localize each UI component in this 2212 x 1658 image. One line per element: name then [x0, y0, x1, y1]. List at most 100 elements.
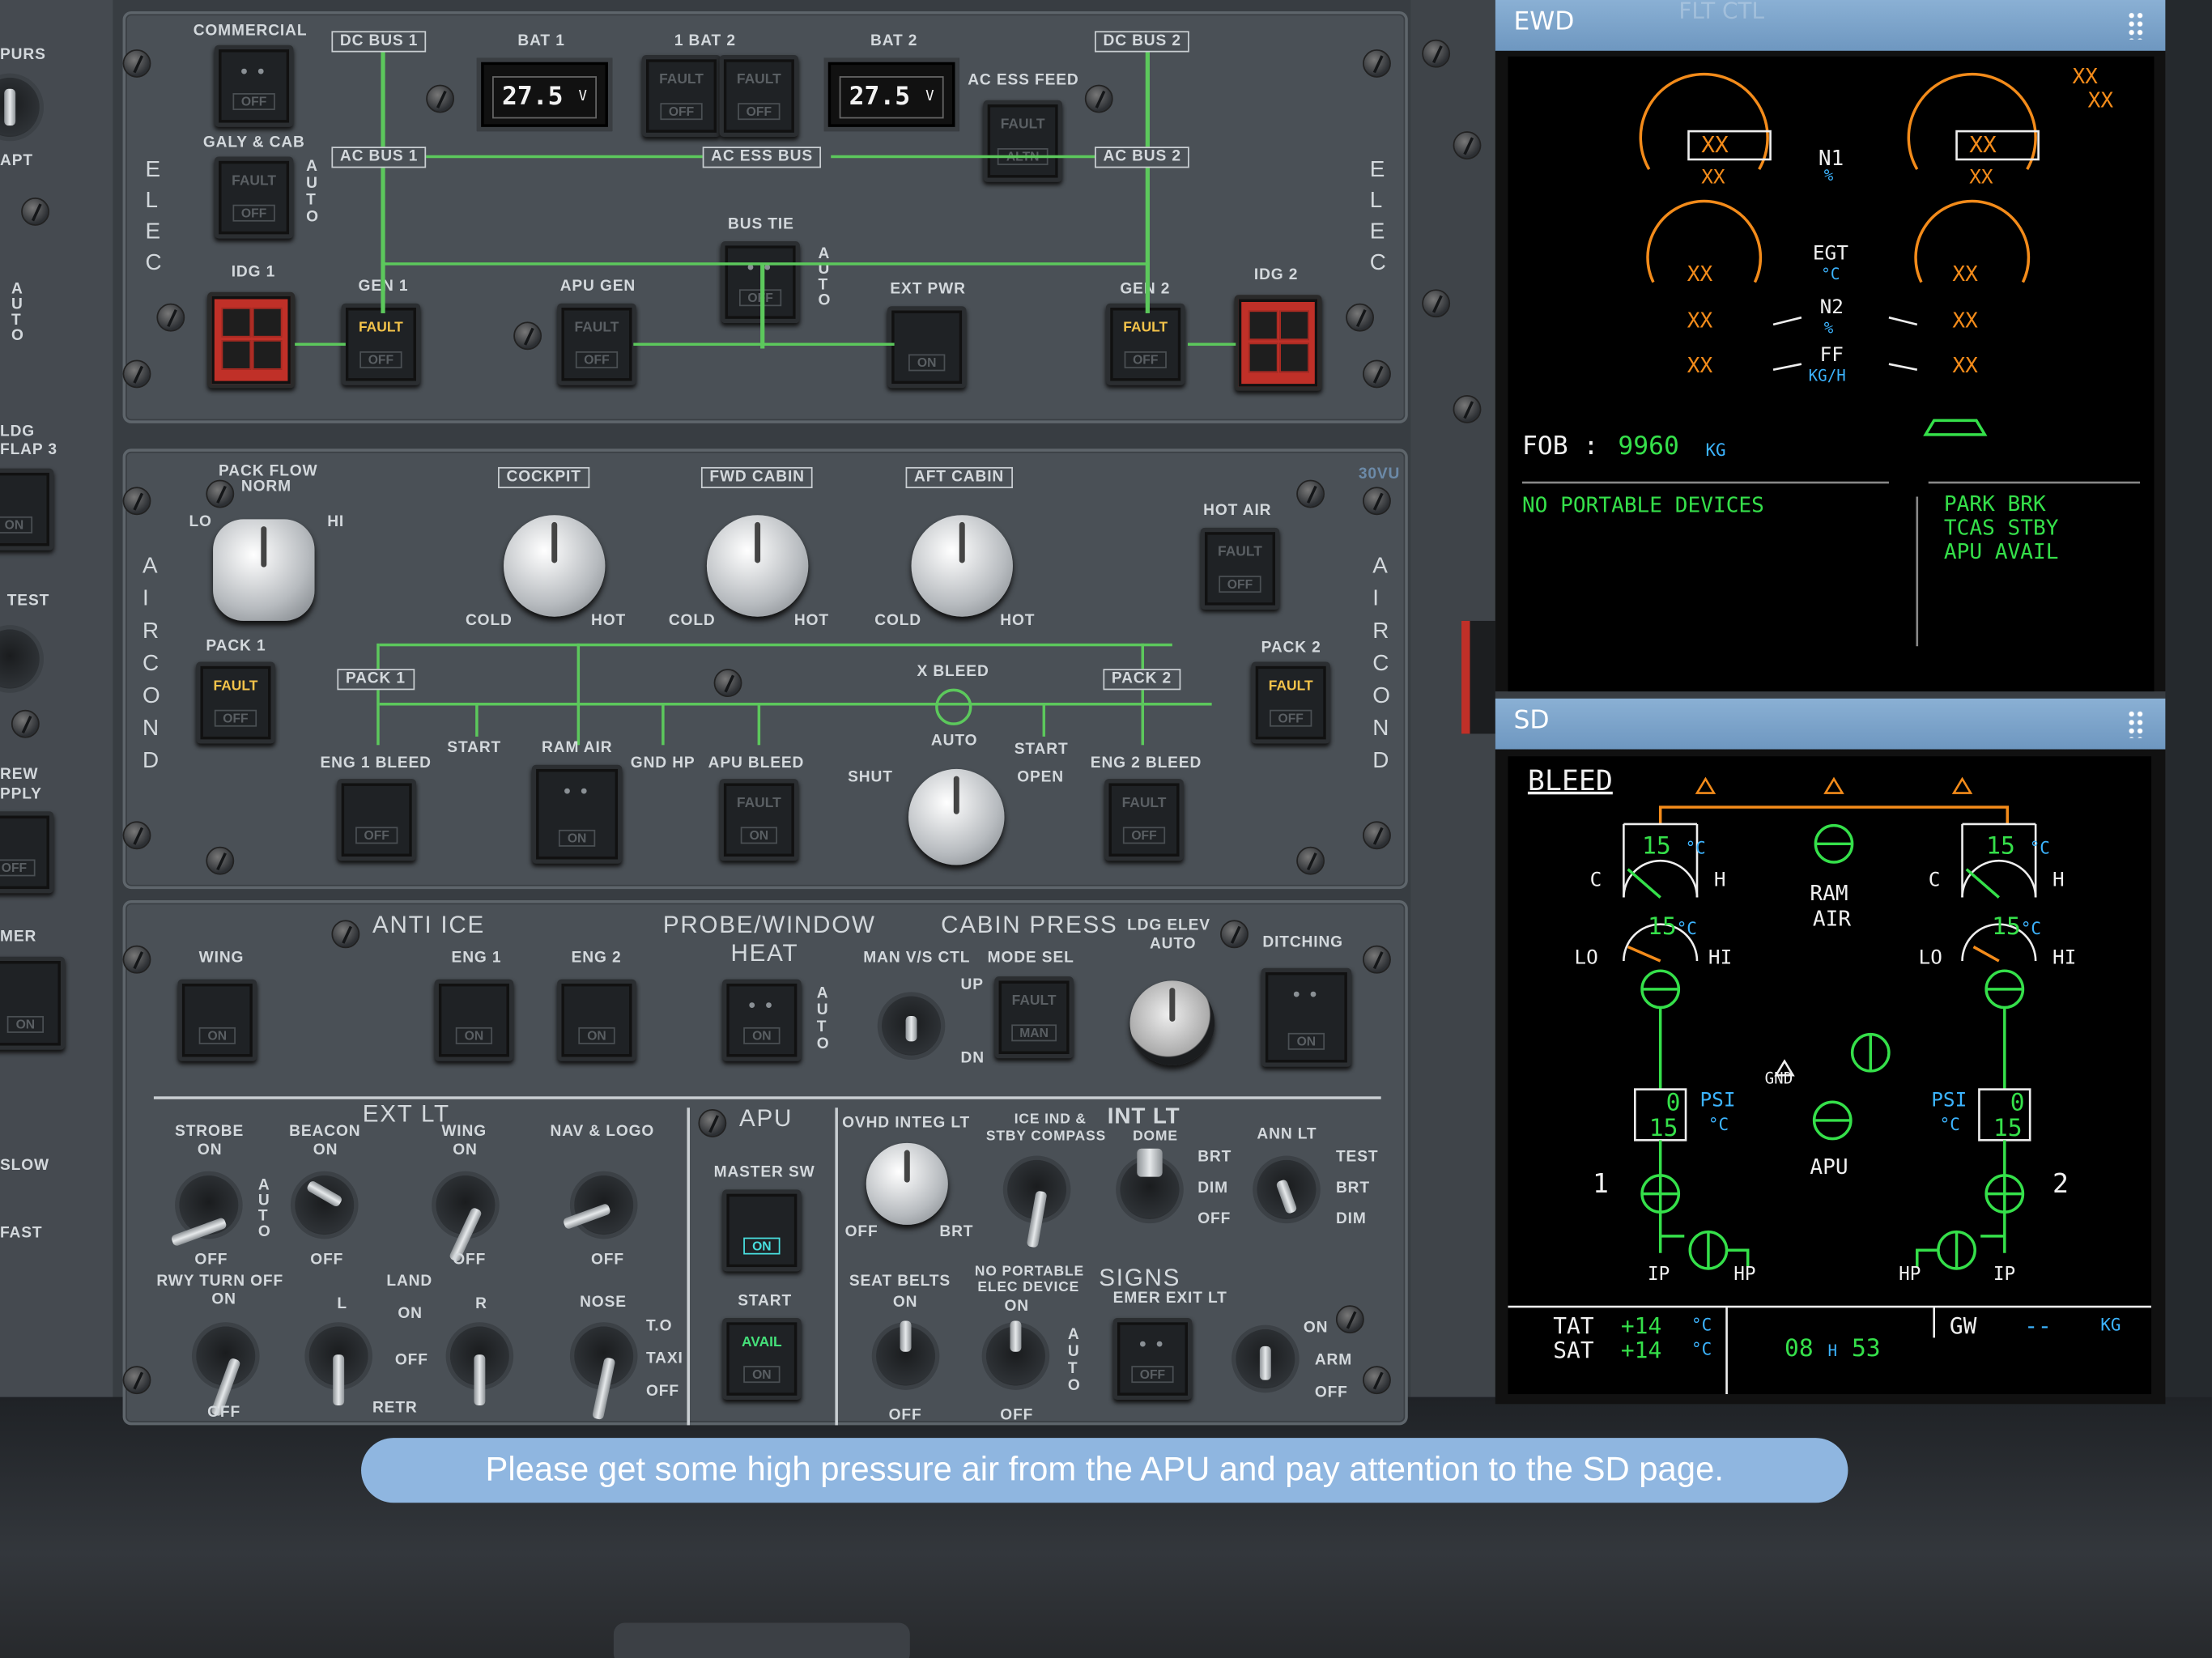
- apu-label: APU: [1810, 1154, 1848, 1180]
- aft-cabin-temp-selector[interactable]: [911, 515, 1013, 617]
- on-legend: ON: [199, 1027, 236, 1044]
- ice-ind-switch[interactable]: [1007, 1159, 1067, 1248]
- land-r-label: R: [475, 1295, 487, 1312]
- ldg-elev-selector[interactable]: [1129, 980, 1215, 1065]
- strobe-off-label: OFF: [194, 1252, 228, 1269]
- sd-window[interactable]: SD BLEED C H C H LO HI LO HI 15 °C 15 °C…: [1495, 698, 2166, 1405]
- nav-logo-switch[interactable]: [562, 1175, 634, 1235]
- eng1-anti-ice-button[interactable]: ON: [434, 979, 514, 1061]
- center-console: [613, 1622, 910, 1658]
- auto-vertical-label: A U T O: [816, 984, 830, 1053]
- dome-switch[interactable]: [1120, 1148, 1180, 1219]
- pack-flow-selector[interactable]: [213, 519, 315, 621]
- rwy-turn-off-switch[interactable]: [196, 1326, 256, 1418]
- fault-legend: FAULT: [736, 71, 781, 88]
- pack2-temp-low-value: 15: [1992, 912, 2021, 942]
- cockpit-temp-selector[interactable]: [504, 515, 606, 617]
- sat-unit: °C: [1691, 1339, 1712, 1359]
- tat-unit: °C: [1691, 1315, 1712, 1335]
- gen1-button[interactable]: FAULT OFF: [341, 303, 421, 385]
- ditching-guard[interactable]: ON: [1261, 967, 1352, 1067]
- drag-handle-icon[interactable]: [2127, 11, 2145, 40]
- wing-anti-ice-button[interactable]: ON: [177, 979, 257, 1061]
- dome-off-label: OFF: [1197, 1210, 1231, 1228]
- man-vs-ctl-switch[interactable]: [881, 996, 942, 1056]
- wing-off-label: OFF: [453, 1252, 487, 1269]
- fwd-cabin-temp-selector[interactable]: [706, 515, 809, 617]
- bat1-button[interactable]: FAULT OFF: [641, 54, 721, 138]
- probe-heat-button[interactable]: ON: [722, 979, 802, 1061]
- drag-handle-icon[interactable]: [2127, 709, 2145, 738]
- eng2-bleed-button[interactable]: FAULT OFF: [1104, 779, 1184, 861]
- strobe-switch[interactable]: [170, 1175, 239, 1248]
- pack2-button[interactable]: FAULT OFF: [1251, 661, 1330, 744]
- sd-titlebar[interactable]: SD: [1495, 698, 2166, 750]
- ram-air-label: RAM AIR: [542, 739, 613, 757]
- ewd-window[interactable]: EWD FLT CTL XX XX XX XX XX XX N1 % EGT °…: [1495, 0, 2166, 692]
- left-toggle-1[interactable]: [0, 77, 40, 138]
- land-l-switch[interactable]: [308, 1326, 368, 1406]
- ldg-flap3-button[interactable]: ON: [0, 468, 54, 551]
- ram-air-button[interactable]: ON: [531, 764, 623, 864]
- glareshield: [0, 1397, 2212, 1658]
- x-bleed-selector[interactable]: [908, 768, 1005, 865]
- land-r-switch[interactable]: [449, 1326, 509, 1406]
- timer-button[interactable]: ON: [0, 956, 66, 1050]
- ac-ess-feed-button[interactable]: FAULTALTN: [983, 100, 1062, 182]
- fault-legend: FAULT: [736, 796, 781, 812]
- off-legend: OFF: [738, 103, 781, 121]
- ewd-titlebar[interactable]: EWD FLT CTL: [1495, 0, 2166, 51]
- apu-master-sw-button[interactable]: ON: [722, 1189, 802, 1272]
- emer-exit-lt-switch[interactable]: [1236, 1329, 1295, 1389]
- gen2-button[interactable]: FAULT OFF: [1105, 303, 1185, 385]
- apu-bleed-button[interactable]: FAULT ON: [719, 779, 799, 861]
- commercial-button[interactable]: OFF: [214, 45, 294, 127]
- apu-gen-button[interactable]: FAULT OFF: [557, 303, 636, 385]
- pack1-button[interactable]: FAULT OFF: [196, 661, 275, 744]
- on-legend: ON: [1288, 1032, 1325, 1050]
- seat-belts-switch[interactable]: [875, 1320, 936, 1386]
- fault-legend: FAULT: [213, 678, 258, 695]
- instruction-banner: Please get some high pressure air from t…: [361, 1438, 1848, 1503]
- ff-label: FF: [1819, 344, 1844, 368]
- hot-air-button[interactable]: FAULT OFF: [1200, 527, 1280, 610]
- sd-c-left: C: [1589, 869, 1602, 892]
- no-portable-switch[interactable]: [985, 1320, 1046, 1386]
- wing-light-switch[interactable]: [436, 1175, 496, 1263]
- screw: [1453, 395, 1482, 423]
- left-test-switch[interactable]: [0, 629, 40, 689]
- mode-sel-button[interactable]: FAULT MAN: [994, 976, 1074, 1059]
- bat2-button[interactable]: FAULT OFF: [719, 54, 799, 138]
- red-guard[interactable]: [1461, 620, 1495, 734]
- crew-supply-button[interactable]: OFF: [0, 811, 54, 894]
- no-portable-label: NO PORTABLE: [974, 1264, 1085, 1280]
- auto-vertical-label: A U T O: [1067, 1326, 1081, 1395]
- air-cond-panel: 30VU A I R C O N D A I R C O N D PACK FL…: [122, 449, 1408, 890]
- ext-pwr-button[interactable]: ON: [887, 306, 967, 389]
- eng1-bleed-label: ENG 1 BLEED: [320, 755, 432, 772]
- cold-label: COLD: [668, 612, 716, 630]
- idg2-guard[interactable]: [1234, 295, 1322, 391]
- eng2-anti-ice-button[interactable]: ON: [557, 979, 636, 1061]
- galy-cab-button[interactable]: FAULT OFF: [214, 156, 294, 239]
- elec-vertical-label-right: E L E C: [1369, 158, 1387, 275]
- apu-start-button[interactable]: AVAIL ON: [722, 1317, 802, 1401]
- retr-label: RETR: [372, 1400, 418, 1417]
- nose-switch[interactable]: [574, 1326, 634, 1421]
- eng1-bleed-button[interactable]: OFF: [337, 779, 416, 861]
- screw: [1453, 131, 1482, 159]
- to-label: T.O: [645, 1317, 673, 1335]
- ovhd-integ-lt-knob[interactable]: [866, 1142, 948, 1225]
- left-overhead-strip: PURS APT A U T O LDG FLAP 3 ON TEST REW …: [0, 0, 113, 1397]
- idg1-guard[interactable]: [207, 291, 296, 389]
- elec-vertical-label: E L E C: [145, 158, 163, 275]
- ann-lt-switch[interactable]: [1257, 1159, 1317, 1219]
- tat-value: +14: [1620, 1312, 1662, 1340]
- ac-bus2-label: AC BUS 2: [1095, 147, 1190, 168]
- norm-label: NORM: [240, 478, 291, 495]
- emer-exit-lt-button[interactable]: OFF: [1112, 1317, 1193, 1401]
- beacon-switch[interactable]: [295, 1175, 355, 1235]
- screw: [206, 846, 235, 875]
- clock-h-unit: H: [1827, 1341, 1838, 1361]
- apt-label: APT: [0, 152, 33, 170]
